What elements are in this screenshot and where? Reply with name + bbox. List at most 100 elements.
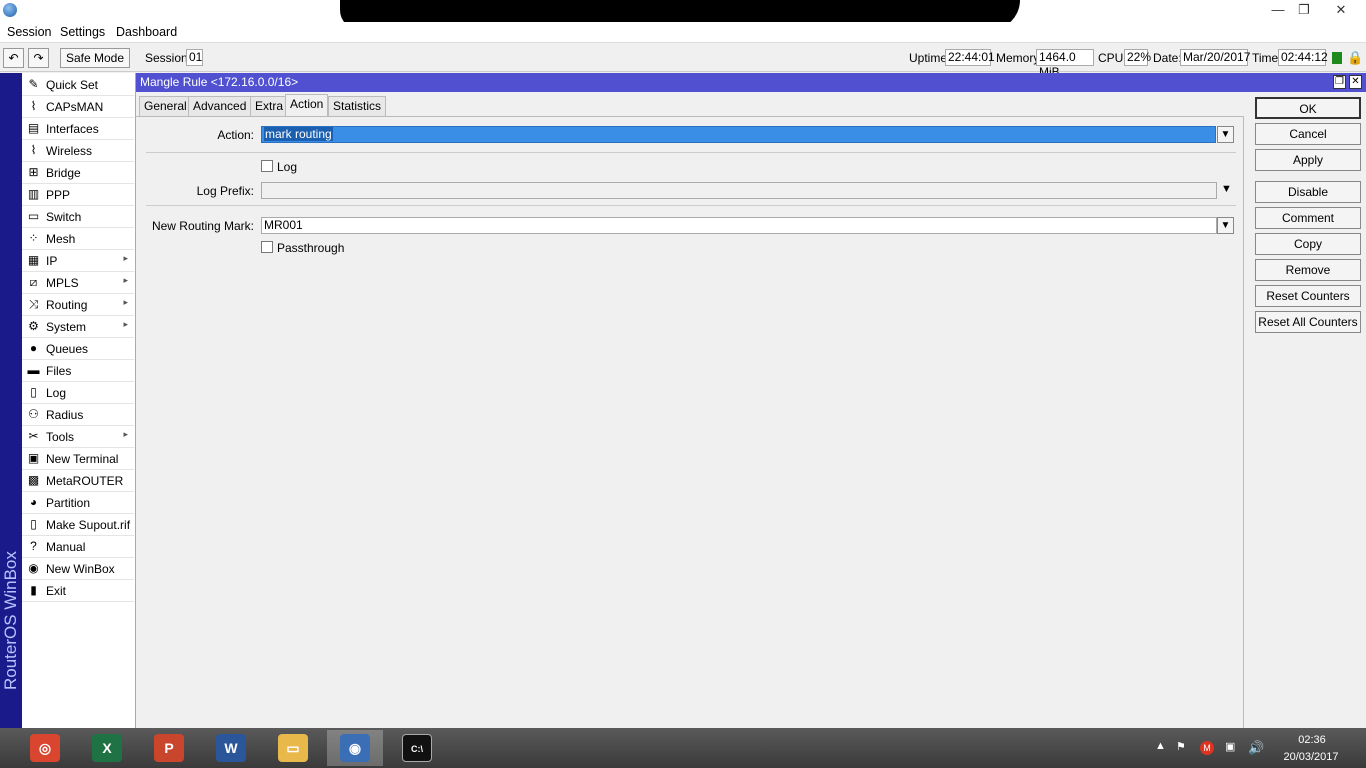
- sidebar-item-files[interactable]: ▬ Files: [22, 360, 134, 382]
- dialog-restore-icon[interactable]: ❐: [1333, 75, 1346, 89]
- sidebar-item-quick-set[interactable]: ✎ Quick Set: [22, 74, 134, 96]
- sidebar-item-label: Files: [46, 364, 72, 378]
- taskbar-cmd-button[interactable]: C:\: [389, 730, 445, 766]
- reset-counters-button[interactable]: Reset Counters: [1255, 285, 1361, 307]
- sidebar-item-partition[interactable]: ◕ Partition: [22, 492, 134, 514]
- action-center-flag-icon[interactable]: ⚑: [1176, 740, 1186, 753]
- sidebar-item-make-supout-rif[interactable]: ▯ Make Supout.rif: [22, 514, 134, 536]
- dialog-close-icon[interactable]: ✕: [1349, 75, 1362, 89]
- action-select[interactable]: mark routing: [261, 126, 1216, 143]
- sidebar-item-label: PPP: [46, 188, 71, 202]
- cancel-button[interactable]: Cancel: [1255, 123, 1361, 145]
- sidebar-item-queues[interactable]: ● Queues: [22, 338, 134, 360]
- reset-all-counters-button[interactable]: Reset All Counters: [1255, 311, 1361, 333]
- log-prefix-dropdown-icon[interactable]: ▼: [1221, 183, 1232, 195]
- disable-button[interactable]: Disable: [1255, 181, 1361, 203]
- sidebar-item-metarouter[interactable]: ▩ MetaROUTER: [22, 470, 134, 492]
- clock-time[interactable]: 02:36: [1282, 734, 1342, 746]
- sidebar-menu: ✎ Quick Set ⌇ CAPsMAN ▤ Interfaces ⌇ Wireless ⊞ B…: [22, 73, 136, 728]
- safe-mode-button[interactable]: Safe Mode: [60, 48, 130, 68]
- date-value: Mar/20/2017: [1180, 49, 1250, 66]
- taskbar: ◎ X P W ▭ ◉ C:\ ▲ ⚑ M ▣ 🔊 02:36 20/03/2017: [0, 728, 1366, 768]
- tab-general[interactable]: General: [139, 96, 192, 116]
- taskbar-file-explorer-button[interactable]: ▭: [265, 730, 321, 766]
- cpu-value: 22%: [1124, 49, 1151, 66]
- sidebar-item-tools[interactable]: ✂ Tools ▸: [22, 426, 134, 448]
- undo-button[interactable]: ↶: [3, 48, 24, 68]
- remove-button[interactable]: Remove: [1255, 259, 1361, 281]
- minimize-button[interactable]: —: [1264, 0, 1292, 22]
- sidebar-item-ip[interactable]: ▦ IP ▸: [22, 250, 134, 272]
- taskbar-chrome-button[interactable]: ◎: [17, 730, 73, 766]
- antivirus-icon[interactable]: M: [1200, 741, 1214, 755]
- sidebar-item-label: Log: [46, 386, 67, 400]
- sidebar-item-label: Switch: [46, 210, 82, 224]
- cpu-label: CPU:: [1098, 51, 1127, 65]
- sidebar-item-label: Routing: [46, 298, 88, 312]
- session-label: Session:: [145, 51, 192, 65]
- apply-button[interactable]: Apply: [1255, 149, 1361, 171]
- maximize-button[interactable]: ❐: [1290, 0, 1318, 22]
- redo-button[interactable]: ↷: [28, 48, 49, 68]
- sidebar-item-ppp[interactable]: ▥ PPP: [22, 184, 134, 206]
- menu-session[interactable]: Session: [7, 25, 51, 39]
- brand-text: RouterOS WinBox: [1, 551, 20, 690]
- clock-date[interactable]: 20/03/2017: [1278, 751, 1344, 763]
- powerpoint-icon: P: [154, 734, 184, 762]
- sidebar-item-radius[interactable]: ⚇ Radius: [22, 404, 134, 426]
- sidebar-item-capsman[interactable]: ⌇ CAPsMAN: [22, 96, 134, 118]
- winbox-icon: ◉: [28, 561, 39, 575]
- volume-icon[interactable]: 🔊: [1248, 740, 1264, 756]
- taskbar-powerpoint-button[interactable]: P: [141, 730, 197, 766]
- brand-strip: RouterOS WinBox: [0, 73, 22, 728]
- submenu-arrow-icon: ▸: [123, 253, 128, 263]
- routing-mark-input[interactable]: MR001: [261, 217, 1217, 234]
- sidebar-item-bridge[interactable]: ⊞ Bridge: [22, 162, 134, 184]
- cmd-icon: C:\: [402, 734, 432, 762]
- sidebar-item-new-winbox[interactable]: ◉ New WinBox: [22, 558, 134, 580]
- sidebar-item-label: Wireless: [46, 144, 93, 158]
- sidebar-item-manual[interactable]: ? Manual: [22, 536, 134, 558]
- close-button[interactable]: ✕: [1327, 0, 1355, 22]
- ppp-icon: ▥: [27, 187, 40, 201]
- ok-button[interactable]: OK: [1255, 97, 1361, 119]
- tray-expand-icon[interactable]: ▲: [1155, 740, 1166, 752]
- sidebar-item-system[interactable]: ⚙ System ▸: [22, 316, 134, 338]
- tab-extra[interactable]: Extra: [250, 96, 289, 116]
- sidebar-item-label: CAPsMAN: [46, 100, 104, 114]
- menu-bar: Session Settings Dashboard: [0, 22, 1366, 43]
- sidebar-item-switch[interactable]: ▭ Switch: [22, 206, 134, 228]
- dialog-titlebar: Mangle Rule <172.16.0.0/16> ❐ ✕: [136, 73, 1366, 92]
- tab-action[interactable]: Action: [285, 94, 329, 117]
- action-dropdown-icon[interactable]: ▼: [1217, 126, 1234, 143]
- supout-icon: ▯: [30, 517, 37, 531]
- tab-statistics[interactable]: Statistics: [328, 96, 387, 116]
- window-titlebar: — ❐ ✕: [0, 0, 1366, 30]
- wireless-icon: ⌇: [30, 143, 37, 157]
- routing-mark-label: New Routing Mark:: [151, 219, 254, 233]
- tab-advanced[interactable]: Advanced: [188, 96, 252, 116]
- log-prefix-input[interactable]: [261, 182, 1217, 199]
- taskbar-excel-button[interactable]: X: [79, 730, 135, 766]
- network-icon[interactable]: ▣: [1225, 740, 1235, 753]
- log-checkbox[interactable]: [261, 160, 273, 172]
- sidebar-item-routing[interactable]: ⤨ Routing ▸: [22, 294, 134, 316]
- sidebar-item-log[interactable]: ▯ Log: [22, 382, 134, 404]
- sidebar-item-mpls[interactable]: ⧄ MPLS ▸: [22, 272, 134, 294]
- sidebar-item-exit[interactable]: ▮ Exit: [22, 580, 134, 602]
- divider: [146, 205, 1236, 206]
- taskbar-word-button[interactable]: W: [203, 730, 259, 766]
- routing-mark-dropdown-icon[interactable]: ▼: [1217, 217, 1234, 234]
- copy-button[interactable]: Copy: [1255, 233, 1361, 255]
- comment-button[interactable]: Comment: [1255, 207, 1361, 229]
- sidebar-item-label: Partition: [46, 496, 91, 510]
- menu-dashboard[interactable]: Dashboard: [116, 25, 177, 39]
- sidebar-item-new-terminal[interactable]: ▣ New Terminal: [22, 448, 134, 470]
- switch-icon: ▭: [27, 209, 40, 223]
- sidebar-item-wireless[interactable]: ⌇ Wireless: [22, 140, 134, 162]
- taskbar-winbox-button[interactable]: ◉: [327, 730, 383, 766]
- menu-settings[interactable]: Settings: [60, 25, 105, 39]
- sidebar-item-interfaces[interactable]: ▤ Interfaces: [22, 118, 134, 140]
- passthrough-checkbox[interactable]: [261, 241, 273, 253]
- sidebar-item-mesh[interactable]: ⁘ Mesh: [22, 228, 134, 250]
